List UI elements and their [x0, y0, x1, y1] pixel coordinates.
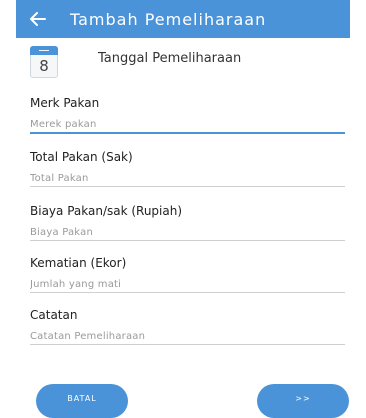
merk-pakan-input[interactable] — [30, 116, 345, 132]
date-label: Tanggal Pemeliharaan — [98, 50, 242, 66]
field-label: Merk Pakan — [30, 96, 100, 110]
input-underline — [30, 186, 345, 187]
input-underline — [30, 344, 345, 345]
field-label: Total Pakan (Sak) — [30, 150, 133, 164]
field-catatan: Catatan — [30, 308, 345, 345]
input-underline — [30, 292, 345, 293]
field-kematian: Kematian (Ekor) — [30, 256, 345, 293]
date-picker-row[interactable]: 8 Tanggal Pemeliharaan — [30, 44, 340, 80]
field-label: Biaya Pakan/sak (Rupiah) — [30, 204, 183, 218]
next-button[interactable]: >> — [257, 384, 349, 418]
page-title: Tambah Pemeliharaan — [70, 9, 267, 29]
arrow-left-icon[interactable] — [24, 0, 52, 38]
app-bar: Tambah Pemeliharaan — [16, 0, 350, 38]
kematian-input[interactable] — [30, 276, 345, 292]
field-label: Kematian (Ekor) — [30, 256, 127, 270]
field-total-pakan: Total Pakan (Sak) — [30, 150, 345, 187]
field-merk-pakan: Merk Pakan — [30, 96, 345, 134]
cancel-button[interactable]: BATAL — [36, 384, 128, 418]
calendar-icon[interactable]: 8 — [30, 46, 58, 78]
calendar-day: 8 — [39, 57, 49, 75]
catatan-input[interactable] — [30, 328, 345, 344]
biaya-pakan-input[interactable] — [30, 224, 345, 240]
total-pakan-input[interactable] — [30, 170, 345, 186]
field-biaya-pakan: Biaya Pakan/sak (Rupiah) — [30, 204, 345, 241]
input-underline — [30, 132, 345, 134]
input-underline — [30, 240, 345, 241]
field-label: Catatan — [30, 308, 78, 322]
